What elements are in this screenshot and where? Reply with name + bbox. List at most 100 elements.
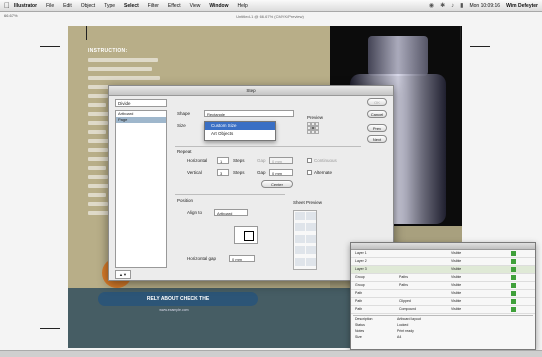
layer-cell: Visible	[451, 299, 462, 303]
menu-view[interactable]: View	[190, 3, 201, 9]
layer-cell: Path	[355, 291, 363, 295]
crop-mark	[40, 46, 60, 47]
layer-cell: Visible	[451, 251, 462, 255]
continuous-checkbox[interactable]	[307, 158, 312, 163]
size-option[interactable]: Art Objects	[205, 130, 275, 138]
vertical-gap-field[interactable]: 0 mm	[269, 169, 293, 176]
layer-cell: Path	[355, 299, 363, 303]
position-preview[interactable]	[234, 226, 258, 244]
layer-row[interactable]: Group Paths Visible	[351, 274, 535, 282]
menu-window[interactable]: Window	[209, 3, 228, 9]
vertical-count-field[interactable]: 3	[217, 169, 229, 176]
layer-cell: Layer 1	[355, 251, 367, 255]
user-name[interactable]: Wim Defeyter	[506, 3, 538, 9]
layer-cell: Group	[355, 283, 365, 287]
layer-cell: Path	[355, 307, 363, 311]
vertical-label: Vertical	[187, 170, 202, 175]
panel-select[interactable]: Divide	[115, 99, 167, 107]
visibility-check-icon[interactable]	[511, 283, 516, 288]
layer-cell: Visible	[451, 267, 462, 271]
layer-row[interactable]: Layer 3 Visible	[351, 266, 535, 274]
apple-menu-icon[interactable]: 	[4, 1, 10, 10]
visibility-check-icon[interactable]	[511, 275, 516, 280]
layer-cell: Visible	[451, 307, 462, 311]
layers-panel-titlebar[interactable]	[351, 243, 535, 250]
layer-cell: Clipped	[399, 299, 411, 303]
volume-icon[interactable]: ♪	[451, 3, 454, 9]
layers-panel: Layer 1 Visible Layer 2 Visible Layer 3 Visib…	[350, 242, 536, 350]
crop-mark	[86, 26, 87, 40]
vertical-gap-label: Gap	[257, 170, 266, 175]
align-to-select[interactable]: Artboard	[214, 209, 248, 216]
layer-row[interactable]: Group Paths Visible	[351, 282, 535, 290]
horizontal-label: Horizontal	[187, 158, 208, 163]
anchor-grid[interactable]	[307, 122, 319, 134]
shape-select[interactable]: Rectangle	[204, 110, 294, 117]
layer-row[interactable]: Path Visible	[351, 290, 535, 298]
menu-filter[interactable]: Filter	[148, 3, 159, 9]
ok-button[interactable]: OK	[367, 98, 387, 106]
position-label: Position	[177, 198, 194, 203]
section-divider	[175, 194, 285, 195]
visibility-check-icon[interactable]	[511, 307, 516, 312]
menu-select[interactable]: Select	[124, 3, 139, 9]
panel-list[interactable]: Artboard Page	[115, 110, 167, 268]
next-button[interactable]: Next	[367, 135, 387, 143]
layer-cell: Visible	[451, 275, 462, 279]
menu-object[interactable]: Object	[81, 3, 95, 9]
menu-edit[interactable]: Edit	[63, 3, 72, 9]
dialog-title[interactable]: Step	[109, 86, 393, 96]
layer-cell: Group	[355, 275, 365, 279]
alternate-checkbox[interactable]	[307, 170, 312, 175]
crop-mark	[460, 26, 461, 40]
prev-button[interactable]: Prev	[367, 124, 387, 132]
layer-row[interactable]: Layer 1 Visible	[351, 250, 535, 258]
layer-cell: Paths	[399, 275, 408, 279]
sheet-preview	[293, 210, 317, 270]
horizontal-gap-label: Gap	[257, 158, 266, 163]
promo-banner: RELY ABOUT CHECK THE	[98, 292, 258, 306]
visibility-check-icon[interactable]	[511, 299, 516, 304]
horizontal-gap-field[interactable]: 0 mm	[269, 157, 293, 164]
center-button[interactable]: Center	[261, 180, 293, 188]
menu-file[interactable]: File	[46, 3, 54, 9]
bluetooth-icon[interactable]: ✱	[440, 2, 445, 9]
layer-cell: Paths	[399, 283, 408, 287]
size-option[interactable]: Custom Size	[205, 122, 275, 130]
battery-icon[interactable]: ▮	[460, 2, 463, 9]
document-title: Untitled-1 @ 66.67% (CMYK/Preview)	[236, 14, 304, 19]
menu-effect[interactable]: Effect	[168, 3, 181, 9]
vertical-steps-label: Steps	[233, 170, 245, 175]
layer-cell: Visible	[451, 283, 462, 287]
shape-label: Shape	[177, 111, 191, 116]
menu-help[interactable]: Help	[237, 3, 247, 9]
layer-cell: Compound	[399, 307, 417, 311]
sheet-preview-label: Sheet Preview	[293, 200, 323, 205]
cancel-button[interactable]: Cancel	[367, 110, 387, 118]
menubar-status: ◉ ✱ ♪ ▮ Mon 10:09:16 Wim Defeyter	[429, 0, 538, 11]
clock[interactable]: Mon 10:09:16	[469, 3, 500, 9]
layer-cell: Layer 2	[355, 259, 367, 263]
menu-type[interactable]: Type	[104, 3, 115, 9]
layer-row[interactable]: Path Compound Visible	[351, 306, 535, 314]
layer-cell: Visible	[451, 259, 462, 263]
horizontal-steps-label: Steps	[233, 158, 245, 163]
layer-cell: Visible	[451, 291, 462, 295]
horizontal-gap-field[interactable]: 0 mm	[229, 255, 255, 262]
sync-icon[interactable]: ◉	[429, 2, 434, 9]
menu-illustrator[interactable]: Illustrator	[14, 3, 37, 9]
layer-row[interactable]: Layer 2 Visible	[351, 258, 535, 266]
layer-row[interactable]: Path Clipped Visible	[351, 298, 535, 306]
section-divider	[175, 146, 361, 147]
size-dropdown-menu[interactable]: Custom Size Art Objects	[204, 121, 276, 141]
visibility-check-icon[interactable]	[511, 267, 516, 272]
bottle-neck-image	[368, 36, 428, 76]
list-stepper[interactable]: ▲▼	[115, 270, 131, 279]
visibility-check-icon[interactable]	[511, 291, 516, 296]
visibility-check-icon[interactable]	[511, 259, 516, 264]
visibility-check-icon[interactable]	[511, 251, 516, 256]
menu-bar:  Illustrator File Edit Object Type Sele…	[0, 0, 542, 12]
promo-url: www.example.com	[159, 308, 189, 312]
horizontal-count-field[interactable]: 1	[217, 157, 229, 164]
list-item[interactable]: Page	[116, 117, 166, 123]
